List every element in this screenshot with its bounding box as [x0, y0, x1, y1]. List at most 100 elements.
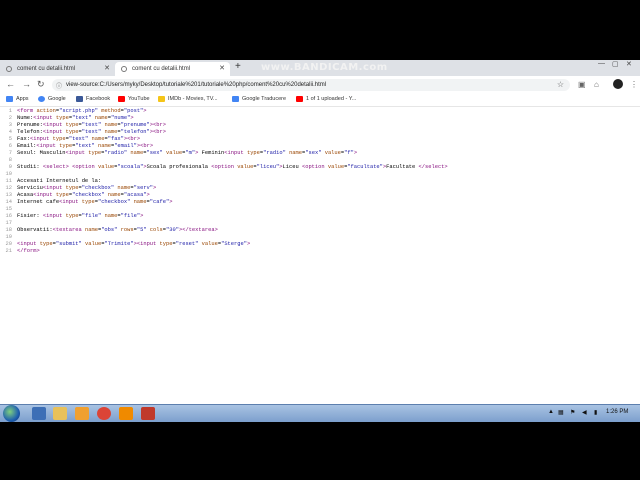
line-code: Sexul: Masculin<input type="radio" name=… [17, 150, 358, 156]
line-number: 18 [5, 227, 12, 233]
google-icon [38, 96, 45, 102]
file-explorer-icon[interactable] [53, 407, 67, 420]
line-number: 14 [5, 199, 12, 205]
line-number: 1 [8, 108, 12, 114]
bookmark-google-traducere[interactable]: Google Traducere [232, 96, 286, 102]
tray-arrow-icon[interactable]: ▲ [548, 409, 554, 415]
new-tab-button[interactable]: + [235, 61, 241, 72]
volume-icon[interactable]: ◀ [582, 409, 587, 416]
apps-grid-icon [6, 96, 13, 102]
extension-icon[interactable]: ⌂ [594, 80, 599, 89]
line-number: 19 [5, 234, 12, 240]
close-icon[interactable]: ✕ [219, 64, 225, 72]
tab-inactive[interactable]: coment cu detalii.html ✕ [0, 62, 115, 76]
clock[interactable]: 1:26 PM [606, 409, 628, 415]
line-code: Studii: <select> <option value="scoala">… [17, 164, 448, 170]
line-number: 6 [8, 143, 12, 149]
line-number: 13 [5, 192, 12, 198]
bookmark-label: Facebook [86, 96, 111, 102]
bookmark-label: 1 of 1 uploaded - Y... [306, 96, 357, 102]
tab-strip: coment cu detalii.html ✕ coment cu detal… [0, 60, 640, 76]
youtube-icon [296, 96, 303, 102]
star-icon[interactable]: ☆ [557, 80, 564, 89]
line-code: Internet cafe<input type="checkbox" name… [17, 199, 173, 205]
bookmark-youtube-upload[interactable]: 1 of 1 uploaded - Y... [296, 96, 356, 102]
line-number: 3 [8, 122, 12, 128]
line-number: 7 [8, 150, 12, 156]
bandicam-watermark: www.BANDICAM.com [261, 62, 388, 73]
globe-icon [6, 66, 12, 72]
line-code: <form action="script.php" method="post"> [17, 108, 147, 114]
line-number: 12 [5, 185, 12, 191]
line-code: </form> [17, 248, 40, 254]
screen: coment cu detalii.html ✕ coment cu detal… [0, 60, 640, 421]
youtube-icon [118, 96, 125, 102]
facebook-icon [76, 96, 83, 102]
line-code: Nume:<input type="text" name="nume"> [17, 115, 134, 121]
minimize-icon[interactable]: — [598, 60, 605, 67]
address-text: view-source:C:/Users/myky/Desktop/tutori… [66, 82, 327, 88]
address-bar[interactable]: ⓘ view-source:C:/Users/myky/Desktop/tuto… [52, 79, 570, 91]
line-code: Telefon:<input type="text" name="telefon… [17, 129, 167, 135]
line-code: Accesati Internetul de la: [17, 178, 102, 184]
back-icon[interactable]: ← [6, 79, 15, 89]
line-code: Acasa<input type="checkbox" name="acasa"… [17, 192, 150, 198]
line-code: Email:<input type="text" name="email"><b… [17, 143, 154, 149]
extension-icon[interactable]: ▣ [578, 80, 586, 89]
line-number: 2 [8, 115, 12, 121]
bookmark-label: Google [48, 96, 66, 102]
line-number: 16 [5, 213, 12, 219]
line-number: 20 [5, 241, 12, 247]
bookmark-facebook[interactable]: Facebook [76, 96, 110, 102]
line-number: 4 [8, 129, 12, 135]
bookmark-google[interactable]: Google [38, 96, 66, 102]
close-window-icon[interactable]: ✕ [626, 60, 632, 68]
tab-title: coment cu detalii.html [132, 66, 191, 72]
taskbar: ▲ ▦ ⚑ ◀ ▮ 1:26 PM [0, 404, 640, 422]
bookmark-apps[interactable]: Apps [6, 96, 29, 102]
line-number: 17 [5, 220, 12, 226]
bookmark-imdb[interactable]: IMDb - Movies, TV... [158, 96, 218, 102]
start-button[interactable] [3, 405, 20, 422]
maximize-icon[interactable]: ▢ [612, 60, 619, 68]
close-icon[interactable]: ✕ [104, 64, 110, 72]
line-number: 15 [5, 206, 12, 212]
tab-active[interactable]: coment cu detalii.html ✕ [115, 62, 230, 76]
toolbar: ← → ↻ ⓘ view-source:C:/Users/myky/Deskto… [0, 76, 640, 95]
line-number: 5 [8, 136, 12, 142]
tab-title: coment cu detalii.html [17, 66, 76, 72]
google-translate-icon [232, 96, 239, 102]
reload-icon[interactable]: ↻ [37, 79, 45, 90]
network-icon[interactable]: ▦ [558, 409, 564, 416]
line-number: 8 [8, 157, 12, 163]
menu-icon[interactable]: ⋮ [630, 80, 638, 89]
line-number: 9 [8, 164, 12, 170]
battery-icon[interactable]: ▮ [594, 409, 597, 416]
line-code: Serviciu<input type="checkbox" name="ser… [17, 185, 157, 191]
line-number: 11 [5, 178, 12, 184]
windows-explorer-icon[interactable] [32, 407, 46, 420]
avatar[interactable] [613, 79, 623, 89]
forward-icon[interactable]: → [22, 79, 31, 89]
line-code: <input type="submit" value="Trimite"><in… [17, 241, 251, 247]
line-number: 21 [5, 248, 12, 254]
bookmark-label: YouTube [128, 96, 150, 102]
bookmark-label: Google Traducere [242, 96, 287, 102]
line-number: 10 [5, 171, 12, 177]
view-source-content: 1 <form action="script.php" method="post"… [0, 108, 640, 408]
line-code: Prenume:<input type="text" name="prenume… [17, 122, 167, 128]
bookmark-label: Apps [16, 96, 29, 102]
vlc-icon[interactable] [119, 407, 133, 420]
bookmarks-bar: Apps Google Facebook YouTube IMDb - Movi… [0, 94, 640, 107]
media-player-icon[interactable] [75, 407, 89, 420]
line-code: Fisier: <input type="file" name="file"> [17, 213, 144, 219]
line-code: Fax:<input type="text" name="fax"><br> [17, 136, 141, 142]
bookmark-label: IMDb - Movies, TV... [168, 96, 218, 102]
info-icon[interactable]: ⓘ [56, 81, 62, 90]
flag-icon[interactable]: ⚑ [570, 409, 575, 416]
line-code: Observatii:<textarea name="obs" rows="5"… [17, 227, 218, 233]
bookmark-youtube[interactable]: YouTube [118, 96, 150, 102]
chrome-icon[interactable] [97, 407, 111, 420]
imdb-icon [158, 96, 165, 102]
bandicam-icon[interactable] [141, 407, 155, 420]
